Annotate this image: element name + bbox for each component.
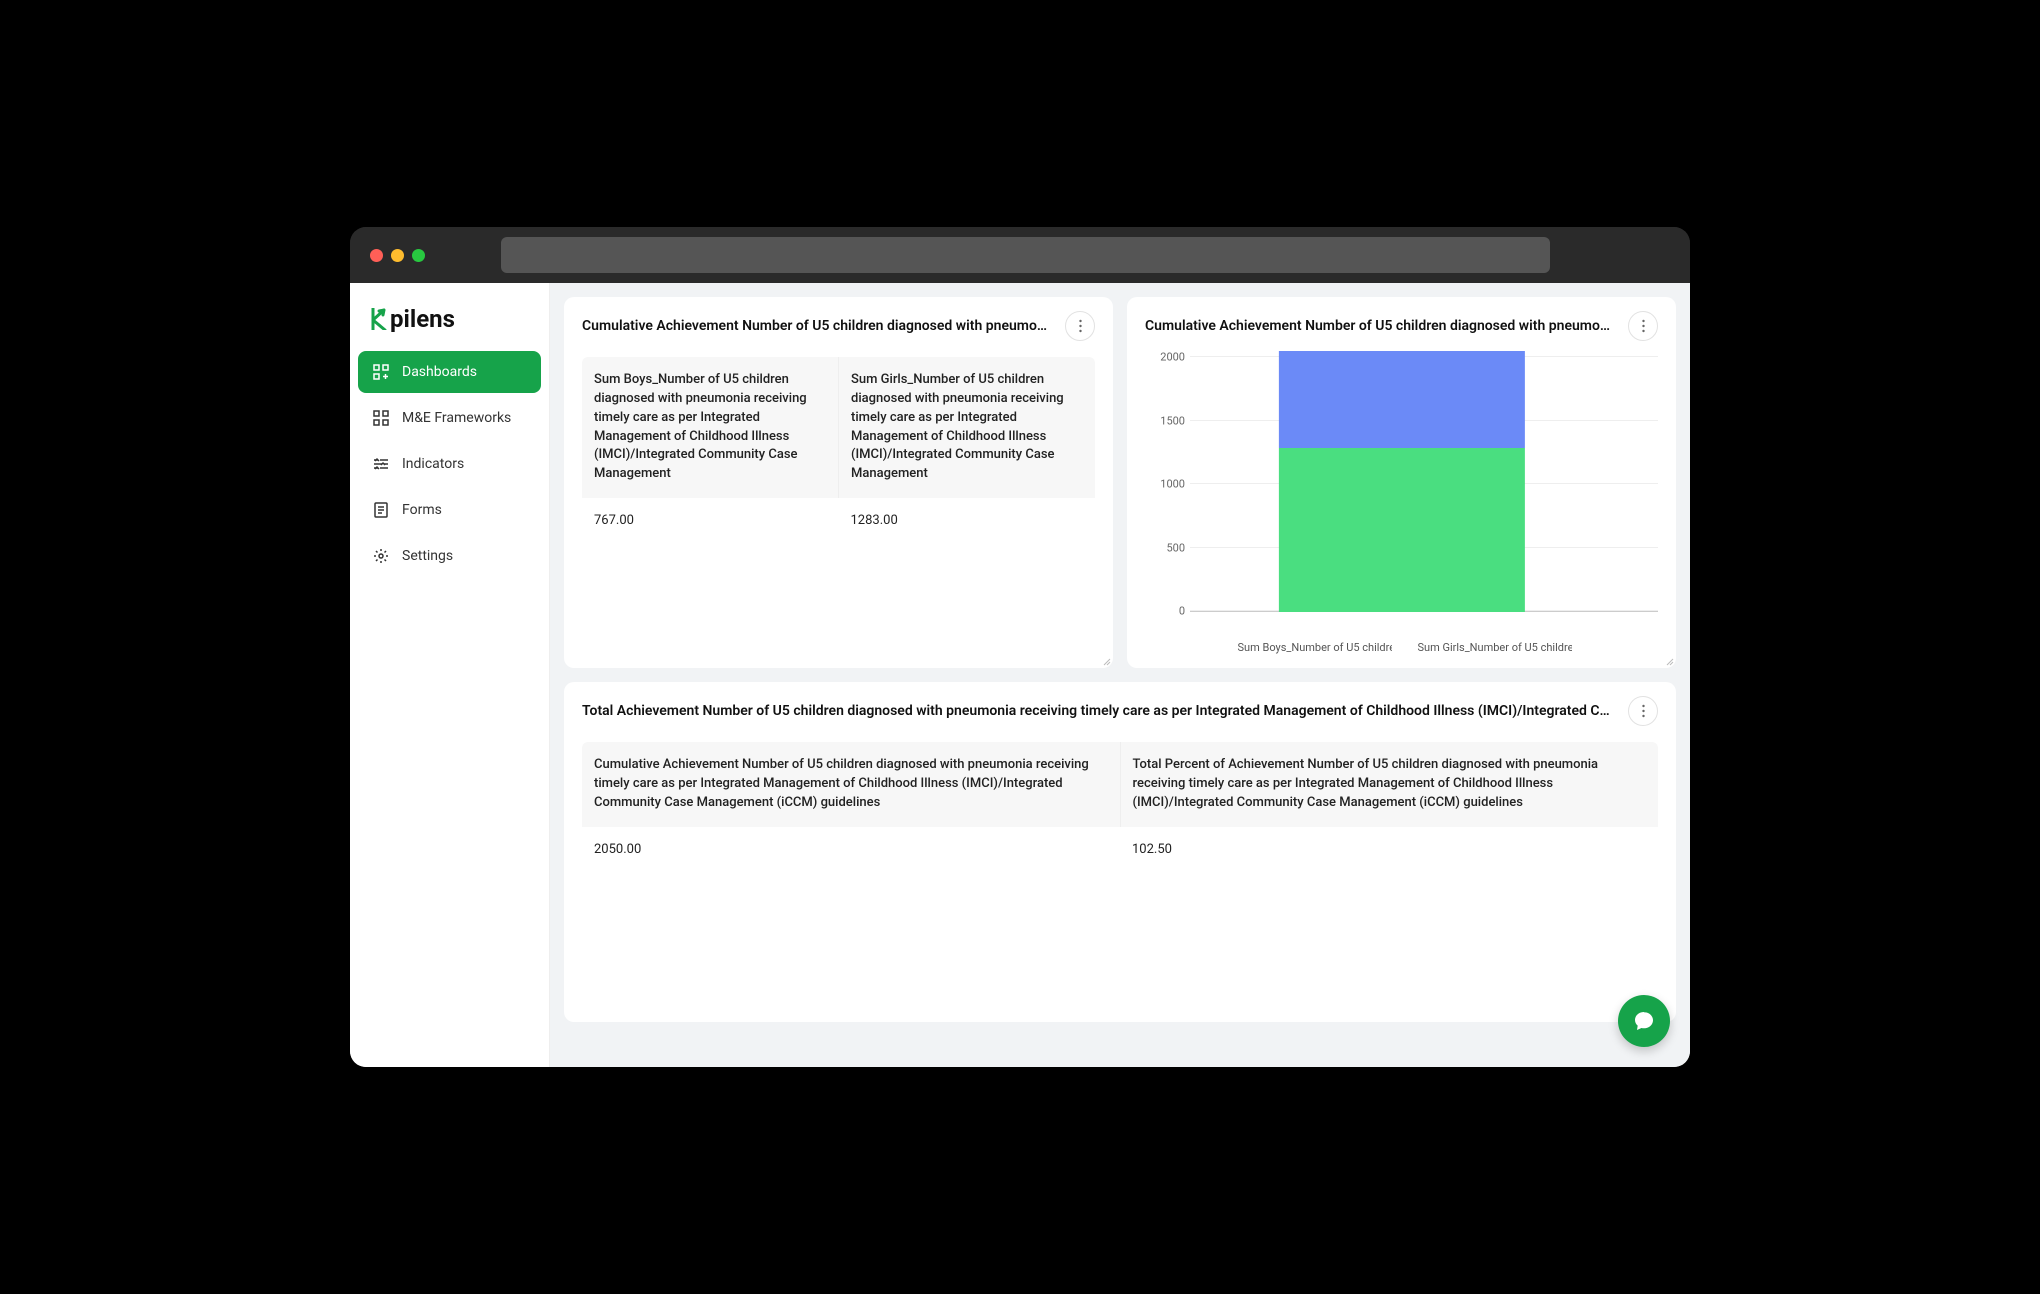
chart-legend: Sum Boys_Number of U5 childre... Sum Gir… [1145,641,1658,654]
traffic-lights [370,249,425,262]
legend-label: Sum Boys_Number of U5 childre... [1238,641,1392,654]
data-table: Cumulative Achievement Number of U5 chil… [582,742,1658,873]
logo-mark [370,308,388,330]
data-table: Sum Boys_Number of U5 children diagnosed… [582,357,1095,545]
card-more-button[interactable] [1628,696,1658,726]
resize-handle[interactable] [1099,654,1111,666]
close-window-button[interactable] [370,249,383,262]
sidebar-item-label: Indicators [402,456,464,472]
forms-icon [372,501,390,519]
card-header: Cumulative Achievement Number of U5 chil… [582,311,1095,341]
app-body: pilens Dashboards M&E Frameworks Indicat… [350,283,1690,1067]
table-cell-value: 2050.00 [582,827,1120,874]
card-title: Total Achievement Number of U5 children … [582,703,1616,719]
table-cell-value: 1283.00 [839,498,1096,545]
more-vertical-icon [1642,704,1645,718]
table-row: 2050.00 102.50 [582,827,1658,874]
indicators-icon [372,455,390,473]
sidebar-item-label: M&E Frameworks [402,410,511,426]
url-bar[interactable] [501,237,1550,273]
bar-segment-boys [1278,351,1524,449]
card-table-boys-girls: Cumulative Achievement Number of U5 chil… [564,297,1113,668]
column-header: Total Percent of Achievement Number of U… [1121,742,1659,827]
sidebar: pilens Dashboards M&E Frameworks Indicat… [350,283,550,1067]
y-tick: 500 [1145,541,1185,554]
y-tick: 0 [1145,605,1185,618]
sidebar-item-indicators[interactable]: Indicators [358,443,541,485]
legend-item-girls: Sum Girls_Number of U5 childre... [1412,641,1572,654]
y-tick: 1000 [1145,478,1185,491]
sidebar-item-label: Forms [402,502,442,518]
more-vertical-icon [1079,319,1082,333]
chat-icon [1632,1009,1656,1033]
card-chart-stacked: Cumulative Achievement Number of U5 chil… [1127,297,1676,668]
card-header: Total Achievement Number of U5 children … [582,696,1658,726]
y-tick: 1500 [1145,414,1185,427]
more-vertical-icon [1642,319,1645,333]
column-header: Sum Boys_Number of U5 children diagnosed… [582,357,839,498]
main-content: Cumulative Achievement Number of U5 chil… [550,283,1690,1067]
titlebar [350,227,1690,283]
legend-item-boys: Sum Boys_Number of U5 childre... [1232,641,1392,654]
card-more-button[interactable] [1628,311,1658,341]
table-header-row: Cumulative Achievement Number of U5 chil… [582,742,1658,827]
table-header-row: Sum Boys_Number of U5 children diagnosed… [582,357,1095,498]
app-window: pilens Dashboards M&E Frameworks Indicat… [350,227,1690,1067]
y-tick: 2000 [1145,351,1185,364]
card-title: Cumulative Achievement Number of U5 chil… [582,318,1053,334]
resize-handle[interactable] [1662,654,1674,666]
card-table-total: Total Achievement Number of U5 children … [564,682,1676,1022]
minimize-window-button[interactable] [391,249,404,262]
table-cell-value: 767.00 [582,498,839,545]
table-cell-value: 102.50 [1120,827,1658,874]
stacked-bar-chart: 2000 1500 1000 500 0 [1145,357,1658,637]
logo-text: pilens [390,305,455,333]
card-header: Cumulative Achievement Number of U5 chil… [1145,311,1658,341]
sidebar-item-forms[interactable]: Forms [358,489,541,531]
sidebar-item-frameworks[interactable]: M&E Frameworks [358,397,541,439]
sidebar-item-label: Settings [402,548,453,564]
bar-stack [1278,351,1524,612]
frameworks-icon [372,409,390,427]
chat-fab[interactable] [1618,995,1670,1047]
table-row: 767.00 1283.00 [582,498,1095,545]
top-row: Cumulative Achievement Number of U5 chil… [564,297,1676,668]
dashboard-icon [372,363,390,381]
column-header: Sum Girls_Number of U5 children diagnose… [839,357,1095,498]
sidebar-item-settings[interactable]: Settings [358,535,541,577]
card-more-button[interactable] [1065,311,1095,341]
sidebar-item-label: Dashboards [402,364,477,380]
sidebar-item-dashboards[interactable]: Dashboards [358,351,541,393]
bar-segment-girls [1278,448,1524,612]
settings-icon [372,547,390,565]
logo: pilens [358,299,541,351]
column-header: Cumulative Achievement Number of U5 chil… [582,742,1121,827]
maximize-window-button[interactable] [412,249,425,262]
legend-label: Sum Girls_Number of U5 childre... [1418,641,1572,654]
card-title: Cumulative Achievement Number of U5 chil… [1145,318,1616,334]
